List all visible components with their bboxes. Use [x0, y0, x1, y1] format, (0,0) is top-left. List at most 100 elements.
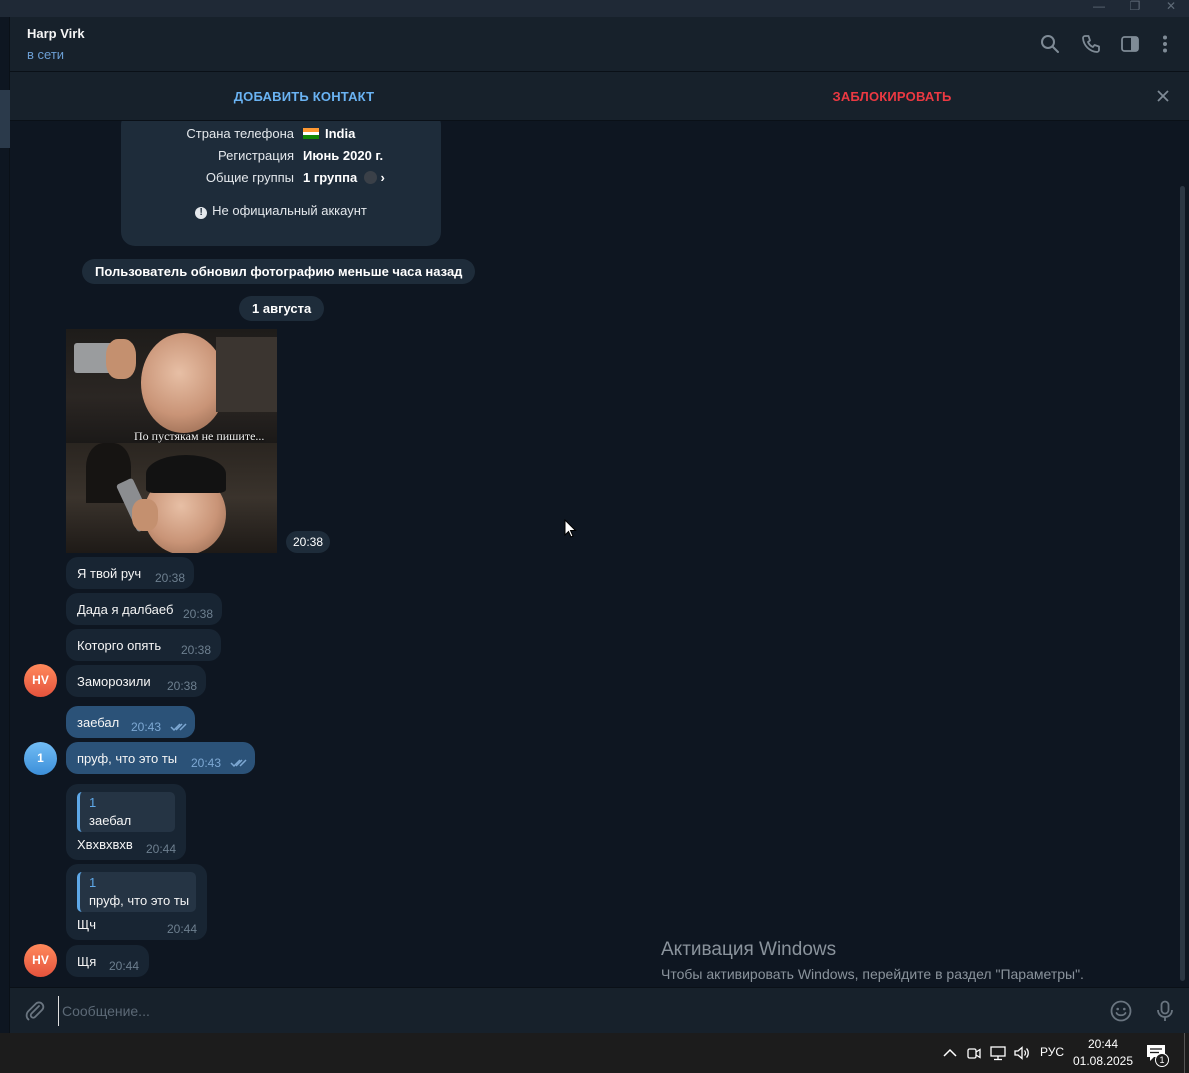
- hand-shape: [106, 339, 136, 379]
- message-time: 20:44: [167, 922, 198, 936]
- chevron-up-icon[interactable]: [941, 1044, 959, 1062]
- maximize-button[interactable]: ❐: [1117, 0, 1153, 17]
- message-text: Я твой руч: [77, 566, 142, 581]
- hat-shape: [146, 455, 226, 493]
- notification-count-badge: 1: [1155, 1053, 1169, 1067]
- date-separator: 1 августа: [239, 296, 325, 321]
- message-bubble[interactable]: Дада я далбаеб 20:38: [66, 593, 222, 625]
- message-text: Дада я далбаеб: [77, 602, 174, 617]
- hand-shape: [132, 499, 158, 531]
- telegram-window: — ❐ ✕ Harp Virk в сети ДОБАВИТЬ КОНТАКТ …: [0, 0, 1189, 1073]
- photo-panel-top: [66, 329, 277, 443]
- photo-message[interactable]: По пустякам не пишите...: [66, 329, 277, 553]
- avatar[interactable]: HV: [24, 664, 57, 697]
- info-row-common-groups[interactable]: Общие группы 1 группа ›: [121, 170, 441, 190]
- message-time: 20:44: [146, 842, 177, 856]
- message-input[interactable]: [58, 996, 1098, 1026]
- reply-text: заебал: [89, 813, 132, 828]
- message-time: 20:43: [191, 756, 222, 770]
- message-time: 20:38: [155, 571, 186, 585]
- info-label: Страна телефона: [186, 126, 294, 141]
- message-text: Заморозили: [77, 674, 151, 689]
- info-value-text: India: [325, 126, 356, 141]
- more-vertical-icon[interactable]: [1154, 33, 1176, 55]
- message-bubble[interactable]: Я твой руч 20:38: [66, 557, 194, 589]
- message-bubble[interactable]: Заморозили 20:38: [66, 665, 206, 697]
- message-text: Хвхвхвхв: [77, 837, 133, 852]
- alert-icon: !: [195, 207, 208, 219]
- emoji-icon[interactable]: [1109, 999, 1133, 1023]
- windows-activation-subtitle: Чтобы активировать Windows, перейдите в …: [661, 966, 1084, 982]
- reply-message-bubble[interactable]: 1 заебал Хвхвхвхв 20:44: [66, 784, 186, 860]
- reply-author: 1: [89, 795, 97, 810]
- mouse-cursor-icon: [564, 519, 577, 538]
- message-time: 20:38: [181, 643, 212, 657]
- reply-message-bubble[interactable]: 1 пруф, что это ты Щч 20:44: [66, 864, 207, 940]
- windows-taskbar: РУС 20:44 01.08.2025 1: [0, 1033, 1189, 1073]
- unofficial-account-note: ! Не официальный аккаунт: [121, 203, 441, 219]
- note-text: Не официальный аккаунт: [212, 203, 367, 218]
- info-label: Регистрация: [218, 148, 294, 163]
- info-value: India: [303, 126, 355, 141]
- reply-quote[interactable]: 1 заебал: [77, 792, 175, 832]
- microphone-icon[interactable]: [1153, 999, 1177, 1023]
- phone-icon[interactable]: [1080, 33, 1102, 55]
- message-time: 20:43: [131, 720, 162, 734]
- search-icon[interactable]: [1039, 33, 1061, 55]
- service-message: Пользователь обновил фотографию меньше ч…: [82, 259, 476, 284]
- message-bubble[interactable]: Которго опять 20:38: [66, 629, 221, 661]
- info-label: Общие группы: [205, 170, 294, 185]
- sidebar-toggle-icon[interactable]: [1119, 33, 1141, 55]
- india-flag-icon: [303, 128, 319, 139]
- new-contact-action-bar: ДОБАВИТЬ КОНТАКТ ЗАБЛОКИРОВАТЬ: [10, 72, 1189, 121]
- avatar[interactable]: 1: [24, 742, 57, 775]
- clock-date[interactable]: 01.08.2025: [1070, 1054, 1136, 1068]
- reply-quote[interactable]: 1 пруф, что это ты: [77, 872, 196, 912]
- reply-author: 1: [89, 875, 97, 890]
- block-user-button[interactable]: ЗАБЛОКИРОВАТЬ: [598, 72, 1186, 121]
- info-value: Июнь 2020 г.: [303, 148, 384, 163]
- input-language[interactable]: РУС: [1040, 1045, 1064, 1059]
- message-text: Щч: [77, 917, 96, 932]
- read-checkmarks-icon: [170, 723, 187, 732]
- message-text: Щя: [77, 954, 97, 969]
- message-time: 20:38: [183, 607, 214, 621]
- show-desktop-button[interactable]: [1184, 1033, 1189, 1073]
- close-icon[interactable]: [1153, 86, 1173, 106]
- message-composer: [10, 987, 1189, 1033]
- message-time: 20:38: [167, 679, 198, 693]
- windows-activation-title: Активация Windows: [661, 939, 837, 960]
- chat-scrollbar[interactable]: [1180, 186, 1185, 981]
- background-shape: [216, 337, 277, 412]
- volume-icon[interactable]: [1013, 1044, 1031, 1062]
- chat-header: Harp Virk в сети: [10, 17, 1189, 72]
- meet-now-icon[interactable]: [965, 1044, 983, 1062]
- peer-status: в сети: [27, 47, 65, 62]
- minimize-button[interactable]: —: [1081, 0, 1117, 17]
- peer-name[interactable]: Harp Virk: [27, 26, 85, 41]
- common-groups-link[interactable]: 1 группа ›: [303, 170, 385, 185]
- reply-text: пруф, что это ты: [89, 893, 190, 908]
- message-history[interactable]: Страна телефона India Регистрация Июнь 2…: [10, 121, 1189, 987]
- message-bubble[interactable]: Щя 20:44: [66, 945, 149, 977]
- message-bubble-outgoing[interactable]: пруф, что это ты 20:43: [66, 742, 255, 774]
- window-close-button[interactable]: ✕: [1153, 0, 1189, 17]
- network-icon[interactable]: [989, 1044, 1007, 1062]
- add-contact-button[interactable]: ДОБАВИТЬ КОНТАКТ: [10, 72, 598, 121]
- info-row-registration: Регистрация Июнь 2020 г.: [121, 148, 441, 168]
- message-text: Которго опять: [77, 638, 162, 653]
- info-value-text: 1 группа: [303, 170, 358, 185]
- photo-panel-bottom: [66, 443, 277, 553]
- clock-time[interactable]: 20:44: [1070, 1037, 1136, 1051]
- attach-icon[interactable]: [24, 1000, 46, 1022]
- avatar[interactable]: HV: [24, 944, 57, 977]
- info-row-phone-country: Страна телефона India: [121, 126, 441, 146]
- message-text: пруф, что это ты: [77, 751, 178, 766]
- read-checkmarks-icon: [230, 759, 247, 768]
- face-shape: [141, 333, 226, 433]
- message-text: заебал: [77, 715, 120, 730]
- chevron-right-icon: ›: [380, 170, 385, 185]
- chat-list-collapsed-strip[interactable]: [0, 17, 10, 1033]
- message-bubble-outgoing[interactable]: заебал 20:43: [66, 706, 195, 738]
- user-info-card: Страна телефона India Регистрация Июнь 2…: [121, 121, 441, 246]
